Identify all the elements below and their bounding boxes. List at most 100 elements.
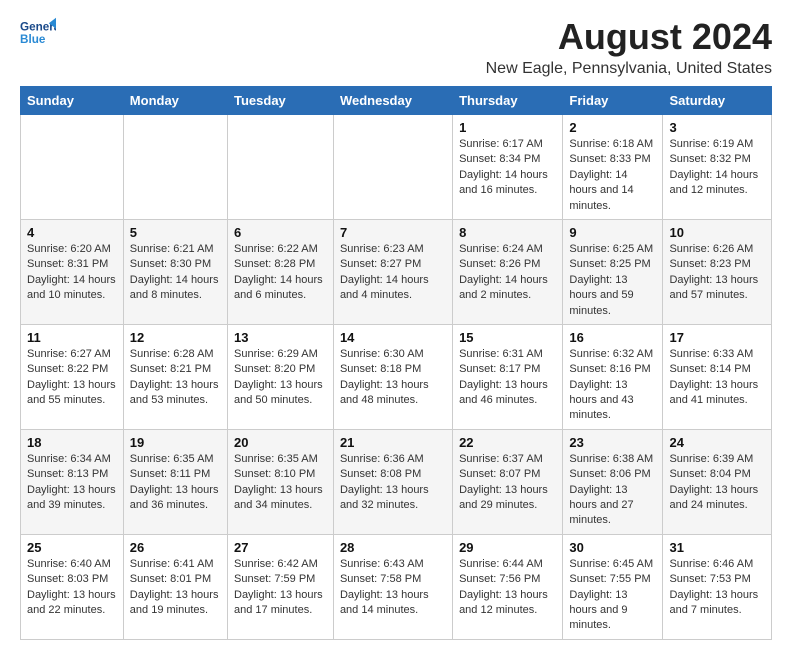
col-wednesday: Wednesday	[333, 87, 452, 115]
calendar-week-1: 1Sunrise: 6:17 AM Sunset: 8:34 PM Daylig…	[21, 115, 772, 220]
day-number: 24	[669, 435, 765, 450]
day-number: 31	[669, 540, 765, 555]
calendar-cell: 13 Sunrise: 6:29 AM Sunset: 8:20 PM Dayli…	[228, 324, 334, 429]
day-number: 9	[569, 225, 656, 240]
day-number: 17	[669, 330, 765, 345]
calendar-cell: 12 Sunrise: 6:28 AM Sunset: 8:21 PM Dayli…	[123, 324, 227, 429]
day-number: 25	[27, 540, 117, 555]
day-info: Sunrise: 6:29 AM Sunset: 8:20 PM Dayligh…	[234, 347, 327, 409]
calendar-cell	[21, 115, 124, 220]
day-info: Sunrise: 6:27 AM Sunset: 8:22 PM Dayligh…	[27, 347, 117, 409]
calendar-cell: 31Sunrise: 6:46 AM Sunset: 7:53 PM Dayli…	[663, 534, 772, 639]
day-info: Sunrise: 6:43 AM Sunset: 7:58 PM Dayligh…	[340, 557, 446, 619]
calendar-cell: 1Sunrise: 6:17 AM Sunset: 8:34 PM Daylig…	[453, 115, 563, 220]
main-title: August 2024	[486, 16, 772, 58]
day-info: Sunrise: 6:18 AM Sunset: 8:33 PM Dayligh…	[569, 137, 656, 214]
svg-text:Blue: Blue	[20, 33, 46, 46]
logo-icon: General Blue	[20, 16, 56, 52]
day-number: 30	[569, 540, 656, 555]
calendar-body: 1Sunrise: 6:17 AM Sunset: 8:34 PM Daylig…	[21, 115, 772, 640]
col-saturday: Saturday	[663, 87, 772, 115]
col-monday: Monday	[123, 87, 227, 115]
calendar-cell	[228, 115, 334, 220]
col-thursday: Thursday	[453, 87, 563, 115]
calendar-cell: 6 Sunrise: 6:22 AM Sunset: 8:28 PM Daylig…	[228, 219, 334, 324]
calendar-cell: 4 Sunrise: 6:20 AM Sunset: 8:31 PM Daylig…	[21, 219, 124, 324]
day-number: 29	[459, 540, 556, 555]
day-info: Sunrise: 6:32 AM Sunset: 8:16 PM Dayligh…	[569, 347, 656, 424]
day-number: 14	[340, 330, 446, 345]
calendar-cell	[123, 115, 227, 220]
calendar-cell: 22Sunrise: 6:37 AM Sunset: 8:07 PM Dayli…	[453, 429, 563, 534]
calendar-cell: 3 Sunrise: 6:19 AM Sunset: 8:32 PM Daylig…	[663, 115, 772, 220]
calendar-header: Sunday Monday Tuesday Wednesday Thursday…	[21, 87, 772, 115]
calendar-cell: 25 Sunrise: 6:40 AM Sunset: 8:03 PM Dayli…	[21, 534, 124, 639]
day-info: Sunrise: 6:19 AM Sunset: 8:32 PM Dayligh…	[669, 137, 765, 199]
calendar-cell: 20Sunrise: 6:35 AM Sunset: 8:10 PM Dayli…	[228, 429, 334, 534]
day-number: 20	[234, 435, 327, 450]
day-info: Sunrise: 6:45 AM Sunset: 7:55 PM Dayligh…	[569, 557, 656, 634]
calendar-cell: 10 Sunrise: 6:26 AM Sunset: 8:23 PM Dayli…	[663, 219, 772, 324]
day-info: Sunrise: 6:31 AM Sunset: 8:17 PM Dayligh…	[459, 347, 556, 409]
day-info: Sunrise: 6:33 AM Sunset: 8:14 PM Dayligh…	[669, 347, 765, 409]
calendar-cell: 24 Sunrise: 6:39 AM Sunset: 8:04 PM Dayli…	[663, 429, 772, 534]
header: General Blue August 2024 New Eagle, Penn…	[20, 16, 772, 78]
subtitle: New Eagle, Pennsylvania, United States	[486, 60, 772, 78]
day-info: Sunrise: 6:23 AM Sunset: 8:27 PM Dayligh…	[340, 242, 446, 304]
day-number: 11	[27, 330, 117, 345]
day-number: 13	[234, 330, 327, 345]
day-info: Sunrise: 6:38 AM Sunset: 8:06 PM Dayligh…	[569, 452, 656, 529]
calendar-cell: 27 Sunrise: 6:42 AM Sunset: 7:59 PM Dayli…	[228, 534, 334, 639]
calendar-week-3: 11 Sunrise: 6:27 AM Sunset: 8:22 PM Dayli…	[21, 324, 772, 429]
day-info: Sunrise: 6:24 AM Sunset: 8:26 PM Dayligh…	[459, 242, 556, 304]
day-number: 15	[459, 330, 556, 345]
day-number: 4	[27, 225, 117, 240]
calendar-cell: 19Sunrise: 6:35 AM Sunset: 8:11 PM Dayli…	[123, 429, 227, 534]
logo: General Blue	[20, 16, 56, 52]
day-info: Sunrise: 6:22 AM Sunset: 8:28 PM Dayligh…	[234, 242, 327, 304]
calendar-cell: 29Sunrise: 6:44 AM Sunset: 7:56 PM Dayli…	[453, 534, 563, 639]
calendar-cell: 30 Sunrise: 6:45 AM Sunset: 7:55 PM Dayli…	[563, 534, 663, 639]
day-info: Sunrise: 6:28 AM Sunset: 8:21 PM Dayligh…	[130, 347, 221, 409]
day-number: 10	[669, 225, 765, 240]
day-number: 16	[569, 330, 656, 345]
day-info: Sunrise: 6:36 AM Sunset: 8:08 PM Dayligh…	[340, 452, 446, 514]
calendar-week-4: 18 Sunrise: 6:34 AM Sunset: 8:13 PM Dayli…	[21, 429, 772, 534]
day-number: 2	[569, 120, 656, 135]
calendar-cell: 15 Sunrise: 6:31 AM Sunset: 8:17 PM Dayli…	[453, 324, 563, 429]
day-info: Sunrise: 6:30 AM Sunset: 8:18 PM Dayligh…	[340, 347, 446, 409]
col-tuesday: Tuesday	[228, 87, 334, 115]
day-number: 3	[669, 120, 765, 135]
calendar-cell: 21Sunrise: 6:36 AM Sunset: 8:08 PM Dayli…	[333, 429, 452, 534]
day-info: Sunrise: 6:20 AM Sunset: 8:31 PM Dayligh…	[27, 242, 117, 304]
day-number: 7	[340, 225, 446, 240]
calendar-cell: 8Sunrise: 6:24 AM Sunset: 8:26 PM Daylig…	[453, 219, 563, 324]
calendar-cell: 2 Sunrise: 6:18 AM Sunset: 8:33 PM Daylig…	[563, 115, 663, 220]
day-number: 28	[340, 540, 446, 555]
day-info: Sunrise: 6:35 AM Sunset: 8:11 PM Dayligh…	[130, 452, 221, 514]
day-info: Sunrise: 6:39 AM Sunset: 8:04 PM Dayligh…	[669, 452, 765, 514]
day-info: Sunrise: 6:21 AM Sunset: 8:30 PM Dayligh…	[130, 242, 221, 304]
calendar-cell: 23 Sunrise: 6:38 AM Sunset: 8:06 PM Dayli…	[563, 429, 663, 534]
day-number: 12	[130, 330, 221, 345]
day-number: 27	[234, 540, 327, 555]
day-number: 18	[27, 435, 117, 450]
day-info: Sunrise: 6:26 AM Sunset: 8:23 PM Dayligh…	[669, 242, 765, 304]
calendar-cell: 7 Sunrise: 6:23 AM Sunset: 8:27 PM Daylig…	[333, 219, 452, 324]
col-friday: Friday	[563, 87, 663, 115]
day-number: 23	[569, 435, 656, 450]
col-sunday: Sunday	[21, 87, 124, 115]
day-info: Sunrise: 6:17 AM Sunset: 8:34 PM Dayligh…	[459, 137, 556, 199]
day-info: Sunrise: 6:42 AM Sunset: 7:59 PM Dayligh…	[234, 557, 327, 619]
day-number: 6	[234, 225, 327, 240]
calendar-week-2: 4 Sunrise: 6:20 AM Sunset: 8:31 PM Daylig…	[21, 219, 772, 324]
day-info: Sunrise: 6:40 AM Sunset: 8:03 PM Dayligh…	[27, 557, 117, 619]
title-area: August 2024 New Eagle, Pennsylvania, Uni…	[486, 16, 772, 78]
calendar-cell: 16 Sunrise: 6:32 AM Sunset: 8:16 PM Dayli…	[563, 324, 663, 429]
day-number: 5	[130, 225, 221, 240]
calendar-cell: 9Sunrise: 6:25 AM Sunset: 8:25 PM Daylig…	[563, 219, 663, 324]
day-info: Sunrise: 6:34 AM Sunset: 8:13 PM Dayligh…	[27, 452, 117, 514]
calendar-cell: 5 Sunrise: 6:21 AM Sunset: 8:30 PM Daylig…	[123, 219, 227, 324]
calendar-cell: 17 Sunrise: 6:33 AM Sunset: 8:14 PM Dayli…	[663, 324, 772, 429]
day-number: 26	[130, 540, 221, 555]
